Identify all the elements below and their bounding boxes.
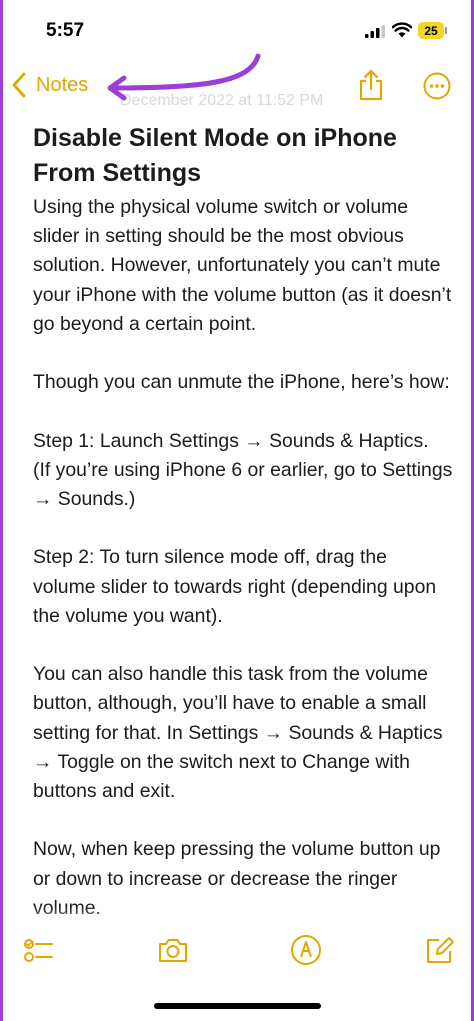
battery-level: 25: [418, 22, 444, 39]
annotation-arrow-icon: [107, 53, 261, 101]
markup-pen-icon[interactable]: [290, 934, 322, 966]
checklist-icon[interactable]: [22, 934, 54, 966]
bottom-toolbar: [0, 928, 474, 978]
note-paragraph: Using the physical volume switch or volu…: [33, 196, 452, 335]
note-paragraph: You can also handle this task from the v…: [33, 663, 443, 802]
cellular-signal-icon: [365, 25, 385, 38]
wifi-icon: [392, 22, 412, 38]
back-label: Notes: [36, 73, 89, 96]
home-indicator[interactable]: [154, 1003, 321, 1009]
battery-indicator: 25: [418, 22, 448, 39]
note-title[interactable]: Disable Silent Mode on iPhone From Setti…: [33, 121, 453, 191]
status-time: 5:57: [46, 20, 85, 41]
back-to-notes-button[interactable]: Notes: [10, 68, 88, 102]
more-icon[interactable]: [423, 72, 451, 100]
note-body[interactable]: Using the physical volume switch or volu…: [33, 193, 453, 952]
note-paragraph: Though you can unmute the iPhone, here’s…: [33, 371, 450, 394]
note-paragraph: Step 2: To turn silence mode off, drag t…: [33, 546, 437, 627]
note-paragraph: Step 1: Launch Settings → Sounds & Hapti…: [33, 429, 453, 510]
camera-icon[interactable]: [157, 934, 189, 966]
compose-icon[interactable]: [423, 934, 455, 966]
battery-tip: [445, 27, 447, 34]
chevron-left-icon: [12, 72, 26, 98]
share-icon[interactable]: [355, 68, 387, 102]
